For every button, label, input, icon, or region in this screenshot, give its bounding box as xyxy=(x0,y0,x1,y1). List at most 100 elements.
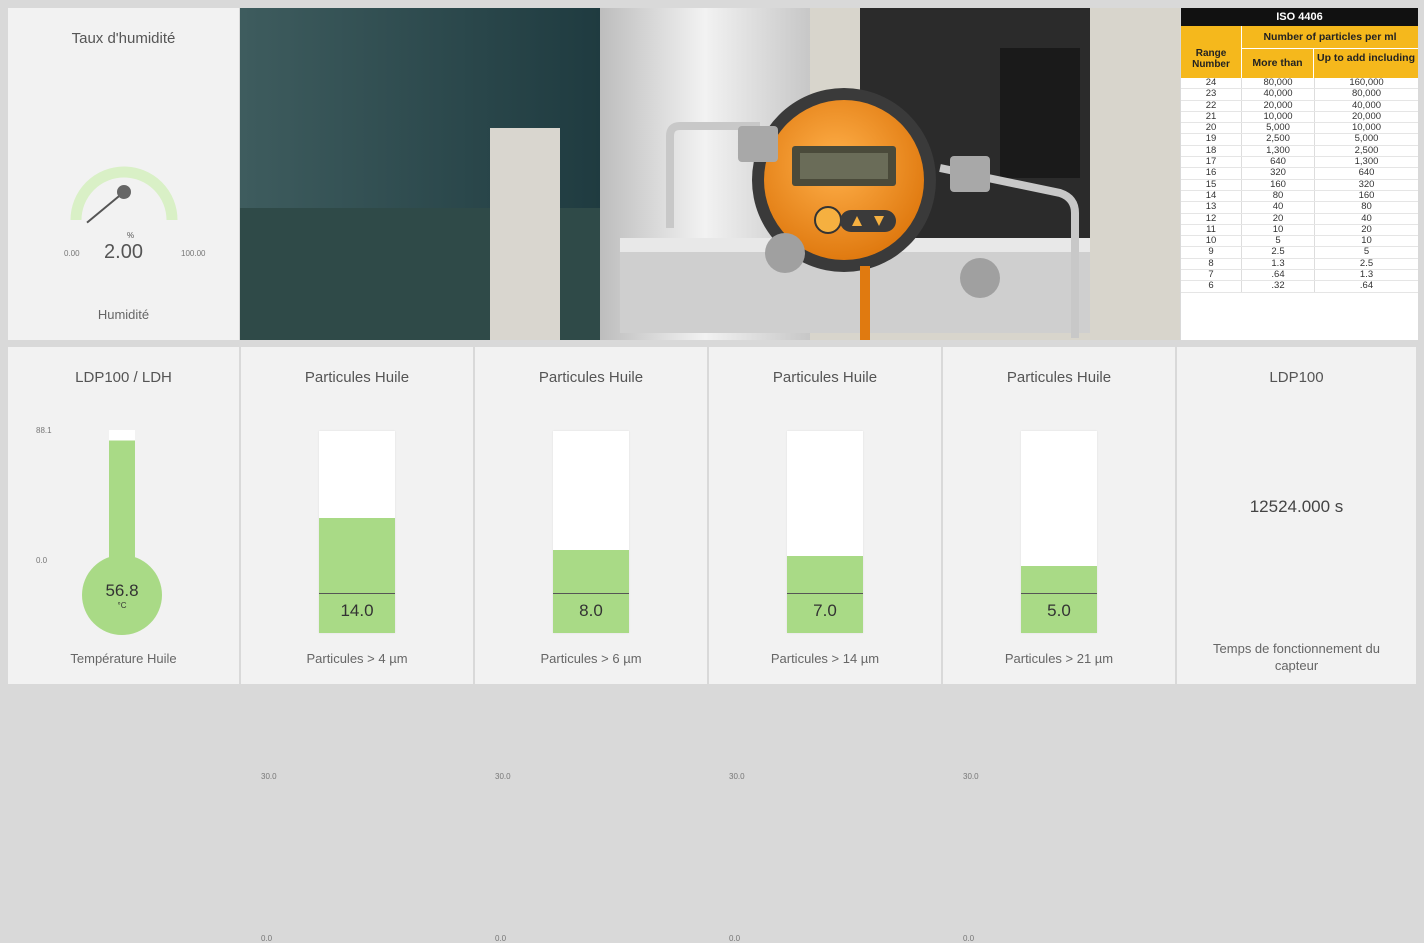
header-more-than: More than xyxy=(1241,48,1313,78)
more-than-cell: 80,000 xyxy=(1241,77,1314,89)
level-footer: Particules > 6 µm xyxy=(540,651,642,666)
level-title: Particules Huile xyxy=(1006,369,1112,386)
sensor-illustration xyxy=(240,8,1180,340)
iso-table-row: 20 5,000 10,000 xyxy=(1181,122,1418,135)
gauge-unit: % xyxy=(127,231,135,240)
level-max-label: 30.0 xyxy=(495,772,511,781)
up-to-cell: .64 xyxy=(1314,281,1418,292)
more-than-cell: 2.5 xyxy=(1241,247,1314,258)
range-number-cell: 7 xyxy=(1208,269,1214,281)
level-bar: 5.0 xyxy=(1021,431,1097,633)
thermo-title: LDP100 / LDH xyxy=(75,369,172,386)
more-than-cell: .32 xyxy=(1241,281,1314,292)
more-than-cell: 160 xyxy=(1241,179,1314,190)
iso-table-row: 8 1.3 2.5 xyxy=(1181,257,1418,271)
up-to-cell: 160 xyxy=(1314,190,1418,202)
humidity-gauge-panel: Taux d'humidité 0.00 100.00 % 2.00 Humid… xyxy=(8,8,239,340)
level-footer: Particules > 14 µm xyxy=(770,651,880,666)
iso-table-row: 7 .64 1.3 xyxy=(1181,269,1418,282)
more-than-cell: 5,000 xyxy=(1241,122,1314,134)
more-than-cell: 80 xyxy=(1241,190,1314,202)
level-panel-14um: Particules Huile 30.0 0.0 7.0 Particules… xyxy=(709,347,941,943)
iso-table-row: 6 .32.64 xyxy=(1181,280,1418,293)
thermo-footer: Température Huile xyxy=(70,651,177,666)
iso-table-row: 10 5 10 xyxy=(1181,235,1418,248)
level-footer: Particules > 4 µm xyxy=(306,651,408,666)
thermo-unit: °C xyxy=(117,601,127,610)
gauge-value: 2.00 xyxy=(104,241,143,263)
more-than-cell: 20,000 xyxy=(1241,100,1314,111)
range-number-cell: 24 xyxy=(1205,77,1217,88)
thermo-min-label: 0.0 xyxy=(36,556,48,565)
level-zero-line xyxy=(319,593,395,594)
up-to-cell: 2,500 xyxy=(1314,145,1418,157)
level-panel-4um: Particules Huile 30.0 0.0 14.0 Particule… xyxy=(241,347,473,943)
level-fill xyxy=(1021,566,1097,633)
more-than-cell: 10 xyxy=(1241,224,1314,236)
header-up-to-label: Up to add including xyxy=(1317,52,1415,64)
level-fill xyxy=(787,556,863,633)
more-than-cell: 40,000 xyxy=(1241,88,1314,100)
gauge-title: Taux d'humidité xyxy=(71,30,176,47)
range-number-cell: 20 xyxy=(1205,122,1217,134)
level-title: Particules Huile xyxy=(538,369,644,386)
level-title: Particules Huile xyxy=(304,369,410,386)
range-number-cell: 11 xyxy=(1206,223,1216,235)
iso-table-header: Number of particles per ml Range Number … xyxy=(1181,26,1418,78)
iso-table-row: 21 10,000 20,000 xyxy=(1181,110,1418,124)
level-footer: Particules > 21 µm xyxy=(1004,651,1114,666)
up-to-cell: 80,000 xyxy=(1314,88,1418,100)
level-panel-21um: Particules Huile 30.0 0.0 5.0 Particules… xyxy=(943,347,1175,943)
more-than-cell: 10,000 xyxy=(1241,111,1314,123)
level-min-label: 0.0 xyxy=(729,934,741,943)
range-number-cell: 21 xyxy=(1205,110,1217,122)
iso-table-row: 14 80 160 xyxy=(1181,189,1418,203)
range-number-cell: 16 xyxy=(1205,167,1217,179)
runtime-footer-label: Temps de fonctionnement du capteur xyxy=(1213,641,1380,673)
iso-table-body: 24 80,000 160,000 23 40,000 80,000 22 20,000 40,… xyxy=(1181,77,1418,293)
iso-table-row: 16 320 640 xyxy=(1181,167,1418,180)
humidity-gauge xyxy=(70,166,178,224)
range-number-cell: 19 xyxy=(1205,133,1217,145)
level-panel-6um: Particules Huile 30.0 0.0 8.0 Particules… xyxy=(475,347,707,943)
gauge-footer: Humidité xyxy=(97,307,150,322)
up-to-cell: 20,000 xyxy=(1314,111,1418,123)
runtime-value: 12524.000 s xyxy=(1249,497,1344,516)
up-to-cell: 5 xyxy=(1314,247,1418,258)
runtime-title: LDP100 xyxy=(1269,369,1324,386)
level-min-label: 0.0 xyxy=(261,934,273,943)
range-number-cell: 17 xyxy=(1205,156,1217,168)
up-to-cell: 40,000 xyxy=(1314,100,1418,111)
level-max-label: 30.0 xyxy=(729,772,745,781)
thermo-max-label: 88.1 xyxy=(36,426,52,435)
iso-table-row: 19 2,500 5,000 xyxy=(1181,133,1418,146)
iso-table-row: 13 40 80 xyxy=(1181,201,1418,214)
range-number-cell: 8 xyxy=(1208,257,1214,269)
range-number-cell: 6 xyxy=(1208,280,1214,292)
iso-table-row: 24 80,000 160,000 xyxy=(1181,77,1418,90)
gauge-pivot xyxy=(117,185,131,199)
up-to-cell: 640 xyxy=(1314,168,1418,179)
iso-table-row: 15 160 320 xyxy=(1181,179,1418,191)
level-min-label: 0.0 xyxy=(495,934,507,943)
level-value: 7.0 xyxy=(813,601,837,620)
iso-table-row: 23 40,000 80,000 xyxy=(1181,88,1418,101)
range-number-cell: 23 xyxy=(1205,88,1217,100)
iso-table-title: ISO 4406 xyxy=(1181,8,1418,26)
more-than-cell: .64 xyxy=(1241,269,1314,281)
level-zero-line xyxy=(553,593,629,594)
iso-table-row: 18 1,300 2,500 xyxy=(1181,145,1418,158)
up-to-cell: 20 xyxy=(1314,224,1418,236)
up-to-cell: 320 xyxy=(1314,179,1418,190)
more-than-cell: 40 xyxy=(1241,201,1314,213)
header-range-number: Range Number xyxy=(1192,48,1230,70)
header-up-to: Up to add including xyxy=(1313,48,1418,78)
level-min-label: 0.0 xyxy=(963,934,975,943)
range-number-cell: 22 xyxy=(1205,99,1217,111)
range-number-cell: 13 xyxy=(1205,201,1217,213)
up-to-cell: 1,300 xyxy=(1314,156,1418,168)
level-value: 14.0 xyxy=(340,601,374,620)
up-to-cell: 40 xyxy=(1314,213,1418,224)
iso-table-row: 12 20 40 xyxy=(1181,213,1418,225)
range-number-cell: 14 xyxy=(1205,189,1217,201)
